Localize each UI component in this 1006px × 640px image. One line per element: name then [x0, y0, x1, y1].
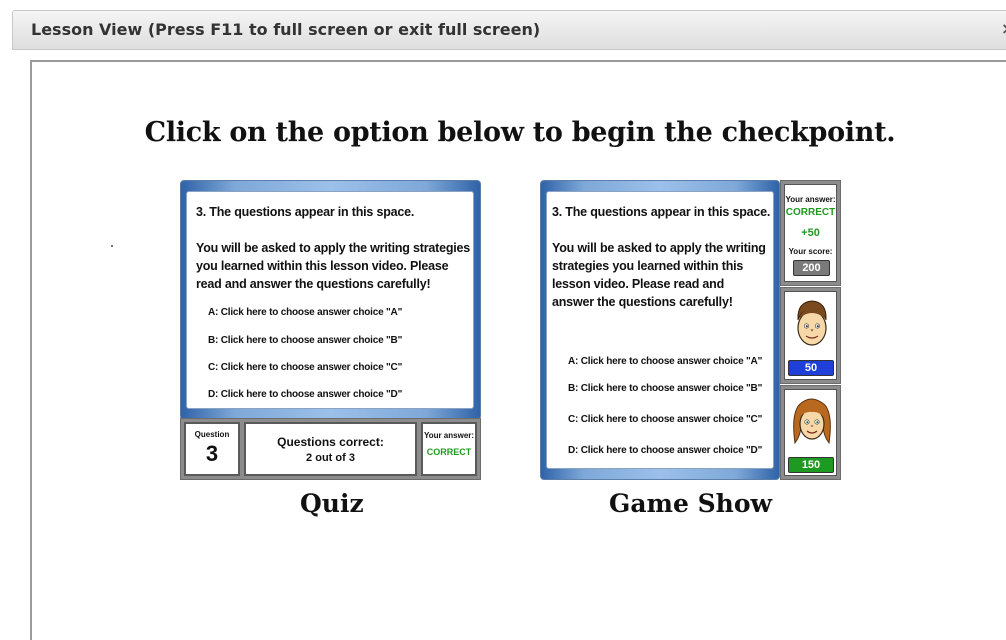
game-show-option-d[interactable]: D: Click here to choose answer choice "D… [568, 445, 762, 456]
boy-avatar-icon [797, 300, 827, 346]
quiz-option-b[interactable]: B: Click here to choose answer choice "B… [208, 335, 402, 346]
your-answer-box: Your answer: CORRECT [421, 422, 477, 476]
game-show-instructions: You will be asked to apply the writing s… [552, 241, 766, 309]
questions-correct-value: 2 out of 3 [306, 452, 355, 464]
gs-score-value: 200 [793, 260, 830, 276]
quiz-caption[interactable]: Quiz [300, 489, 364, 518]
girl-avatar-icon [793, 398, 831, 445]
player1-score: 50 [788, 360, 834, 376]
quiz-option-a[interactable]: A: Click here to choose answer choice "A… [208, 307, 402, 318]
window-title: Lesson View (Press F11 to full screen or… [31, 20, 541, 39]
quiz-option-c[interactable]: C: Click here to choose answer choice "C… [208, 362, 402, 373]
quiz-instructions: You will be asked to apply the writing s… [196, 241, 471, 291]
question-label: Question [194, 430, 230, 439]
close-icon[interactable]: × [1001, 19, 1006, 38]
quiz-option-d[interactable]: D: Click here to choose answer choice "D… [208, 389, 402, 400]
gs-points: +50 [801, 227, 820, 239]
question-number: 3 [205, 441, 219, 466]
lesson-view-titlebar: Lesson View (Press F11 to full screen or… [12, 10, 1006, 50]
score-panel-inner: Your answer: CORRECT +50 Your score: 200 [784, 184, 837, 282]
questions-correct-box: Questions correct: 2 out of 3 [244, 422, 417, 476]
your-answer-label: Your answer: [423, 431, 475, 440]
gs-answer-label: Your answer: [785, 195, 836, 204]
player2-score: 150 [788, 457, 834, 473]
page-headline: Click on the option below to begin the c… [144, 117, 896, 148]
game-show-question-text: 3. The questions appear in this space. [552, 205, 771, 219]
quiz-status-bar: Question 3 Questions correct: 2 out of 3… [180, 418, 481, 480]
questions-correct-label: Questions correct: [277, 435, 384, 449]
gs-answer-value: CORRECT [785, 207, 836, 218]
quiz-question-text: 3. The questions appear in this space. [196, 205, 415, 219]
your-answer-value: CORRECT [426, 447, 472, 457]
player2-panel: 150 [780, 385, 841, 480]
player1-panel-inner: 50 [784, 291, 837, 380]
game-show-option-a[interactable]: A: Click here to choose answer choice "A… [568, 356, 762, 367]
game-show-option-c[interactable]: C: Click here to choose answer choice "C… [568, 414, 762, 425]
game-show-caption[interactable]: Game Show [609, 489, 772, 518]
gs-score-label: Your score: [788, 247, 833, 256]
score-panel: Your answer: CORRECT +50 Your score: 200 [780, 180, 841, 286]
question-number-box: Question 3 [184, 422, 240, 476]
quiz-question-card [186, 191, 474, 409]
stray-dot [111, 245, 113, 247]
game-show-option-b[interactable]: B: Click here to choose answer choice "B… [568, 383, 762, 394]
player2-panel-inner: 150 [784, 389, 837, 476]
player1-panel: 50 [780, 287, 841, 384]
game-show-question-card [546, 191, 774, 469]
